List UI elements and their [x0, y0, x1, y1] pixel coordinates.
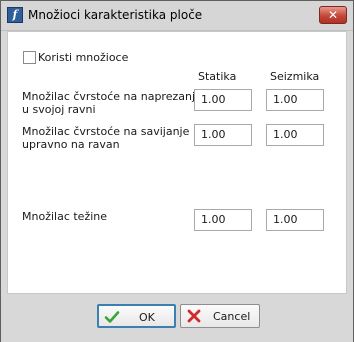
cancel-button[interactable]: Cancel: [180, 304, 260, 328]
use-multipliers-label[interactable]: Koristi množioce: [38, 51, 128, 64]
column-header-seismic: Seizmika: [270, 70, 320, 83]
bending-strength-static-input[interactable]: 1.00: [194, 124, 252, 146]
cross-icon: [187, 309, 201, 323]
in-plane-strength-label: Množilac čvrstoće na naprezanje u svojoj…: [22, 90, 202, 116]
button-bar: OK Cancel: [1, 295, 353, 342]
ok-button[interactable]: OK: [97, 304, 176, 328]
cancel-button-label: Cancel: [213, 310, 251, 323]
close-icon: ✕: [327, 8, 339, 22]
in-plane-strength-label-line1: Množilac čvrstoće na naprezanje: [22, 90, 202, 103]
in-plane-strength-seismic-input[interactable]: 1.00: [266, 89, 324, 111]
weight-multiplier-static-input[interactable]: 1.00: [194, 209, 252, 231]
bending-strength-seismic-input[interactable]: 1.00: [266, 124, 324, 146]
in-plane-strength-static-input[interactable]: 1.00: [194, 89, 252, 111]
checkmark-icon: [104, 311, 120, 323]
use-multipliers-checkbox[interactable]: [23, 51, 36, 64]
weight-multiplier-seismic-input[interactable]: 1.00: [266, 209, 324, 231]
app-icon: f: [7, 7, 23, 23]
title-bar[interactable]: f Množioci karakteristika ploče ✕: [1, 1, 353, 31]
bending-strength-label-line2: upravno na ravan: [22, 138, 120, 151]
bending-strength-label: Množilac čvrstoće na savijanje upravno n…: [22, 125, 189, 151]
in-plane-strength-label-line2: u svojoj ravni: [22, 103, 96, 116]
column-header-static: Statika: [198, 70, 237, 83]
window-title: Množioci karakteristika ploče: [28, 8, 203, 22]
ok-button-label: OK: [139, 311, 155, 324]
close-button[interactable]: ✕: [319, 6, 347, 24]
bending-strength-label-line1: Množilac čvrstoće na savijanje: [22, 125, 190, 138]
dialog-content: Koristi množioce Statika Seizmika Množil…: [7, 31, 347, 294]
dialog-window: f Množioci karakteristika ploče ✕ Korist…: [0, 0, 354, 342]
weight-multiplier-label: Množilac težine: [22, 210, 107, 223]
weight-multiplier-label-line1: Množilac težine: [22, 210, 108, 223]
